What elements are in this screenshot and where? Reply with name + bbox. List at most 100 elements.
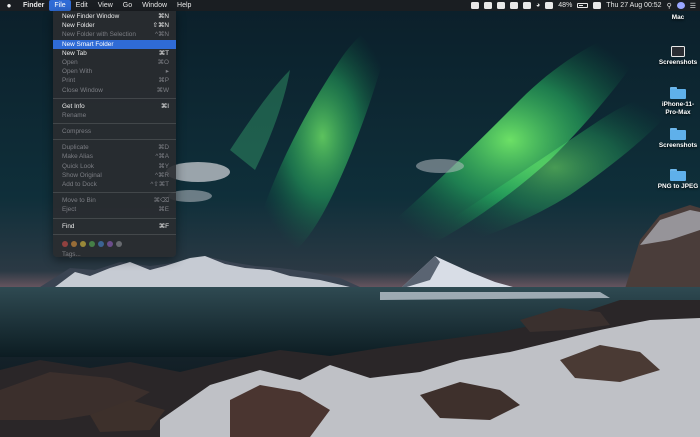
status-app-icon-1[interactable]	[471, 2, 480, 9]
menu-item-label: Eject	[62, 206, 77, 214]
menu-item-shortcut: ⌘F	[158, 222, 169, 230]
menu-item-shortcut: ⌘W	[156, 86, 169, 94]
desktop-item-iphone-folder[interactable]: iPhone-11-Pro-Max	[656, 87, 700, 117]
file-menu-dropdown: New Finder Window ⌘N New Folder ⇧⌘N New Fold…	[53, 11, 176, 258]
menu-item-shortcut: ⇧⌘N	[152, 22, 169, 30]
menu-item-open-with: Open With ▸	[53, 67, 176, 76]
menu-item-label: Duplicate	[62, 144, 89, 152]
menu-item-shortcut: ▸	[165, 68, 169, 76]
menu-finder[interactable]: Finder	[18, 0, 49, 11]
status-app-icon-3[interactable]	[497, 2, 506, 9]
menu-item-label: New Finder Window	[62, 13, 120, 20]
menu-item-label: New Folder with Selection	[62, 31, 136, 39]
tag-color-row	[53, 238, 176, 250]
menu-item-label: Close Window	[62, 86, 103, 94]
monitor-icon	[671, 46, 685, 57]
menu-item-label: Compress	[62, 128, 92, 136]
menu-item-label: Add to Dock	[62, 181, 97, 188]
menu-help[interactable]: Help	[172, 0, 196, 11]
apple-menu-icon[interactable]: ●	[4, 1, 14, 10]
menu-item-label: Print	[62, 77, 76, 85]
menu-item-show-original: Show Original ^⌘R	[53, 171, 176, 180]
siri-icon[interactable]	[676, 2, 685, 9]
menu-item-shortcut: ⌘P	[158, 77, 169, 85]
menu-bar: ● Finder File Edit View Go Window Help ◕…	[0, 0, 700, 11]
desktop-item-screenshots-folder[interactable]: Screenshots	[656, 128, 700, 150]
desktop-item-label: Screenshots	[658, 142, 698, 149]
tag-color-dot[interactable]	[62, 240, 68, 247]
menu-item-label: Rename	[62, 111, 87, 119]
user-switch-icon[interactable]	[593, 2, 602, 9]
menu-item-label: New Folder	[62, 22, 95, 30]
menu-item-make-alias: Make Alias ^⌘A	[53, 152, 176, 161]
desktop-item-screenshots-app[interactable]: Screenshots	[656, 46, 700, 67]
menu-item-duplicate: Duplicate ⌘D	[53, 143, 176, 152]
menu-separator	[53, 139, 176, 141]
menu-separator	[53, 233, 176, 235]
menu-item-new-tab[interactable]: New Tab ⌘T	[53, 49, 176, 58]
menu-item-label: Quick Look	[62, 162, 94, 170]
tag-color-dot[interactable]	[107, 240, 113, 247]
menu-view[interactable]: View	[93, 0, 118, 11]
menu-item-label: New Tab	[62, 49, 87, 57]
menu-item-shortcut: ⌘D	[157, 144, 169, 152]
desktop-item-label: Mac	[671, 14, 685, 21]
status-app-icon-2[interactable]	[484, 2, 493, 9]
menu-file[interactable]: File	[49, 0, 71, 11]
menu-item-find[interactable]: Find ⌘F	[53, 222, 176, 231]
menu-item-quick-look: Quick Look ⌘Y	[53, 162, 176, 171]
menu-item-new-finder-window[interactable]: New Finder Window ⌘N	[53, 12, 176, 21]
menu-item-eject: Eject ⌘E	[53, 205, 176, 214]
menu-item-move-to-bin: Move to Bin ⌘⌫	[53, 196, 176, 205]
desktop-item-mac[interactable]: Mac	[656, 14, 700, 22]
menu-edit[interactable]: Edit	[71, 0, 93, 11]
menu-item-get-info[interactable]: Get Info ⌘I	[53, 102, 176, 111]
battery-percentage[interactable]: 48%	[558, 2, 572, 9]
status-app-icon-4[interactable]	[510, 2, 519, 9]
tag-color-dot[interactable]	[89, 240, 95, 247]
folder-icon	[670, 128, 686, 140]
menu-item-print: Print ⌘P	[53, 76, 176, 85]
menu-item-label: Find	[62, 222, 75, 230]
menu-item-label: Move to Bin	[62, 197, 96, 205]
menu-item-label: Get Info	[62, 102, 85, 110]
menu-item-new-folder[interactable]: New Folder ⇧⌘N	[53, 21, 176, 30]
volume-icon[interactable]	[545, 2, 554, 9]
menu-separator	[53, 97, 176, 99]
desktop-item-png-to-jpeg[interactable]: PNG to JPEG	[656, 169, 700, 191]
tag-color-dot[interactable]	[116, 240, 122, 247]
menu-item-shortcut: ⌘T	[158, 49, 169, 57]
tag-color-dot[interactable]	[98, 240, 104, 247]
desktop-item-label: PNG to JPEG	[657, 183, 699, 190]
menu-item-label: Open	[62, 58, 78, 66]
menu-item-label: Make Alias	[62, 153, 93, 161]
menu-item-shortcut: ⌘⌫	[153, 197, 169, 205]
menu-item-close-window: Close Window ⌘W	[53, 86, 176, 95]
desktop-item-label: Screenshots	[658, 59, 698, 66]
tag-color-dot[interactable]	[80, 240, 86, 247]
menu-item-shortcut: ^⌘A	[155, 153, 169, 161]
menu-window[interactable]: Window	[137, 0, 172, 11]
clock[interactable]: Thu 27 Aug 00:52	[606, 2, 661, 9]
menu-item-label: New Smart Folder	[62, 40, 114, 48]
menu-item-label: Show Original	[62, 171, 102, 179]
tag-color-dot[interactable]	[71, 240, 77, 247]
wifi-icon[interactable]: ◕	[536, 2, 540, 9]
folder-icon	[670, 169, 686, 181]
menu-item-shortcut: ^⇧⌘T	[150, 181, 169, 188]
search-icon[interactable]: ⚲	[667, 2, 672, 10]
menu-go[interactable]: Go	[118, 0, 137, 11]
folder-icon	[670, 87, 686, 99]
menu-item-label: Open With	[62, 68, 93, 76]
menu-item-shortcut: ⌘E	[158, 206, 169, 214]
menu-item-new-smart-folder[interactable]: New Smart Folder	[53, 39, 176, 49]
menu-item-shortcut: ⌘I	[160, 102, 169, 110]
menu-item-add-to-dock: Add to Dock ^⇧⌘T	[53, 180, 176, 189]
menu-item-compress: Compress	[53, 127, 176, 136]
menu-separator	[53, 123, 176, 125]
menu-item-shortcut: ^⌘R	[154, 171, 169, 179]
menu-item-tags: Tags...	[62, 250, 81, 258]
status-app-icon-5[interactable]	[523, 2, 532, 9]
battery-icon[interactable]	[577, 3, 589, 8]
notification-center-icon[interactable]: ☰	[690, 2, 696, 10]
